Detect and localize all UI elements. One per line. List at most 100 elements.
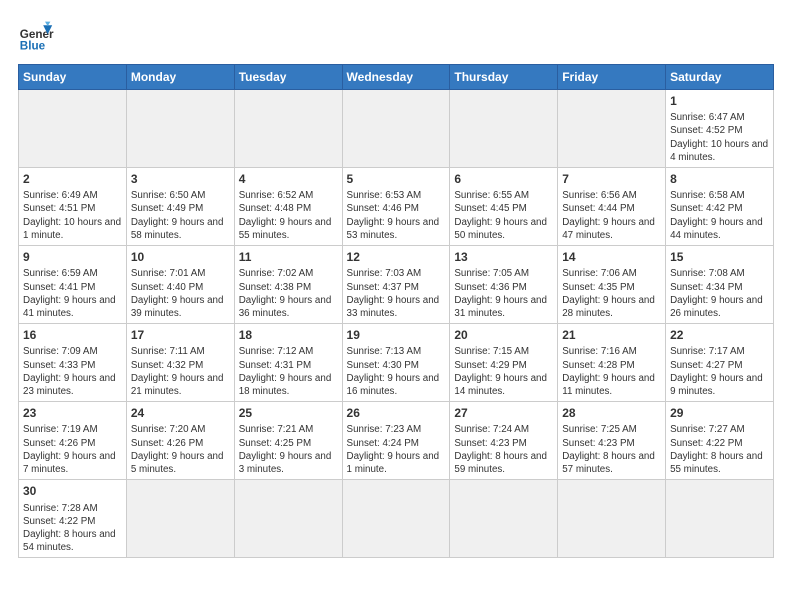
day-number: 21: [562, 327, 661, 343]
svg-text:Blue: Blue: [20, 40, 46, 53]
day-cell: [19, 90, 127, 168]
day-info: Sunrise: 7:23 AM Sunset: 4:24 PM Dayligh…: [347, 423, 446, 476]
day-number: 9: [23, 249, 122, 265]
day-cell: 17 Sunrise: 7:11 AM Sunset: 4:32 PM Dayli…: [126, 324, 234, 402]
day-number: 28: [562, 405, 661, 421]
day-number: 15: [670, 249, 769, 265]
day-cell: 24 Sunrise: 7:20 AM Sunset: 4:26 PM Dayli…: [126, 402, 234, 480]
day-info: Sunrise: 7:27 AM Sunset: 4:22 PM Dayligh…: [670, 423, 769, 476]
weekday-header-row: SundayMondayTuesdayWednesdayThursdayFrid…: [19, 65, 774, 90]
day-number: 1: [670, 93, 769, 109]
day-info: Sunrise: 7:11 AM Sunset: 4:32 PM Dayligh…: [131, 345, 230, 398]
day-cell: 21 Sunrise: 7:16 AM Sunset: 4:28 PM Dayli…: [558, 324, 666, 402]
day-number: 26: [347, 405, 446, 421]
day-cell: 5 Sunrise: 6:53 AM Sunset: 4:46 PM Daylig…: [342, 168, 450, 246]
day-cell: 16 Sunrise: 7:09 AM Sunset: 4:33 PM Dayli…: [19, 324, 127, 402]
day-cell: [342, 480, 450, 558]
day-cell: 15 Sunrise: 7:08 AM Sunset: 4:34 PM Dayli…: [666, 246, 774, 324]
day-info: Sunrise: 7:02 AM Sunset: 4:38 PM Dayligh…: [239, 267, 338, 320]
day-number: 13: [454, 249, 553, 265]
day-cell: 14 Sunrise: 7:06 AM Sunset: 4:35 PM Dayli…: [558, 246, 666, 324]
day-cell: 29Sunrise: 7:27 AM Sunset: 4:22 PM Dayli…: [666, 402, 774, 480]
day-number: 20: [454, 327, 553, 343]
day-info: Sunrise: 6:50 AM Sunset: 4:49 PM Dayligh…: [131, 189, 230, 242]
day-cell: 7Sunrise: 6:56 AM Sunset: 4:44 PM Daylig…: [558, 168, 666, 246]
day-cell: 4 Sunrise: 6:52 AM Sunset: 4:48 PM Daylig…: [234, 168, 342, 246]
day-cell: 8 Sunrise: 6:58 AM Sunset: 4:42 PM Daylig…: [666, 168, 774, 246]
day-cell: 28Sunrise: 7:25 AM Sunset: 4:23 PM Dayli…: [558, 402, 666, 480]
day-cell: [126, 90, 234, 168]
day-info: Sunrise: 7:24 AM Sunset: 4:23 PM Dayligh…: [454, 423, 553, 476]
calendar-table: SundayMondayTuesdayWednesdayThursdayFrid…: [18, 64, 774, 558]
day-cell: [666, 480, 774, 558]
day-cell: 1Sunrise: 6:47 AM Sunset: 4:52 PM Daylig…: [666, 90, 774, 168]
day-number: 7: [562, 171, 661, 187]
week-row-3: 9 Sunrise: 6:59 AM Sunset: 4:41 PM Daylig…: [19, 246, 774, 324]
day-cell: 18Sunrise: 7:12 AM Sunset: 4:31 PM Dayli…: [234, 324, 342, 402]
weekday-saturday: Saturday: [666, 65, 774, 90]
day-info: Sunrise: 7:21 AM Sunset: 4:25 PM Dayligh…: [239, 423, 338, 476]
day-cell: 27Sunrise: 7:24 AM Sunset: 4:23 PM Dayli…: [450, 402, 558, 480]
day-cell: [450, 480, 558, 558]
day-info: Sunrise: 7:15 AM Sunset: 4:29 PM Dayligh…: [454, 345, 553, 398]
day-number: 5: [347, 171, 446, 187]
day-info: Sunrise: 7:16 AM Sunset: 4:28 PM Dayligh…: [562, 345, 661, 398]
day-cell: [342, 90, 450, 168]
day-number: 30: [23, 483, 122, 499]
day-number: 8: [670, 171, 769, 187]
week-row-1: 1Sunrise: 6:47 AM Sunset: 4:52 PM Daylig…: [19, 90, 774, 168]
day-cell: 19 Sunrise: 7:13 AM Sunset: 4:30 PM Dayli…: [342, 324, 450, 402]
day-info: Sunrise: 6:58 AM Sunset: 4:42 PM Dayligh…: [670, 189, 769, 242]
day-number: 25: [239, 405, 338, 421]
day-cell: [234, 480, 342, 558]
day-cell: 22 Sunrise: 7:17 AM Sunset: 4:27 PM Dayli…: [666, 324, 774, 402]
day-info: Sunrise: 6:59 AM Sunset: 4:41 PM Dayligh…: [23, 267, 122, 320]
day-number: 10: [131, 249, 230, 265]
day-cell: 12Sunrise: 7:03 AM Sunset: 4:37 PM Dayli…: [342, 246, 450, 324]
day-cell: 11 Sunrise: 7:02 AM Sunset: 4:38 PM Dayli…: [234, 246, 342, 324]
day-info: Sunrise: 7:08 AM Sunset: 4:34 PM Dayligh…: [670, 267, 769, 320]
week-row-4: 16 Sunrise: 7:09 AM Sunset: 4:33 PM Dayli…: [19, 324, 774, 402]
day-number: 6: [454, 171, 553, 187]
day-cell: 13 Sunrise: 7:05 AM Sunset: 4:36 PM Dayli…: [450, 246, 558, 324]
day-info: Sunrise: 7:17 AM Sunset: 4:27 PM Dayligh…: [670, 345, 769, 398]
day-number: 24: [131, 405, 230, 421]
day-cell: 26 Sunrise: 7:23 AM Sunset: 4:24 PM Dayli…: [342, 402, 450, 480]
weekday-wednesday: Wednesday: [342, 65, 450, 90]
page: General Blue SundayMondayTuesdayWednesda…: [0, 0, 792, 612]
week-row-5: 23 Sunrise: 7:19 AM Sunset: 4:26 PM Dayli…: [19, 402, 774, 480]
week-row-2: 2Sunrise: 6:49 AM Sunset: 4:51 PM Daylig…: [19, 168, 774, 246]
day-info: Sunrise: 7:06 AM Sunset: 4:35 PM Dayligh…: [562, 267, 661, 320]
day-info: Sunrise: 7:19 AM Sunset: 4:26 PM Dayligh…: [23, 423, 122, 476]
day-cell: [234, 90, 342, 168]
day-info: Sunrise: 7:20 AM Sunset: 4:26 PM Dayligh…: [131, 423, 230, 476]
day-number: 11: [239, 249, 338, 265]
day-cell: 23 Sunrise: 7:19 AM Sunset: 4:26 PM Dayli…: [19, 402, 127, 480]
day-info: Sunrise: 6:53 AM Sunset: 4:46 PM Dayligh…: [347, 189, 446, 242]
day-number: 19: [347, 327, 446, 343]
day-number: 4: [239, 171, 338, 187]
logo: General Blue: [18, 18, 54, 54]
day-info: Sunrise: 7:05 AM Sunset: 4:36 PM Dayligh…: [454, 267, 553, 320]
day-info: Sunrise: 7:09 AM Sunset: 4:33 PM Dayligh…: [23, 345, 122, 398]
weekday-tuesday: Tuesday: [234, 65, 342, 90]
day-info: Sunrise: 7:01 AM Sunset: 4:40 PM Dayligh…: [131, 267, 230, 320]
weekday-thursday: Thursday: [450, 65, 558, 90]
day-cell: 9 Sunrise: 6:59 AM Sunset: 4:41 PM Daylig…: [19, 246, 127, 324]
day-number: 17: [131, 327, 230, 343]
logo-icon: General Blue: [18, 18, 54, 54]
weekday-monday: Monday: [126, 65, 234, 90]
weekday-friday: Friday: [558, 65, 666, 90]
day-cell: [126, 480, 234, 558]
day-info: Sunrise: 7:13 AM Sunset: 4:30 PM Dayligh…: [347, 345, 446, 398]
day-number: 22: [670, 327, 769, 343]
day-number: 12: [347, 249, 446, 265]
day-number: 16: [23, 327, 122, 343]
header: General Blue: [18, 18, 774, 54]
day-info: Sunrise: 6:52 AM Sunset: 4:48 PM Dayligh…: [239, 189, 338, 242]
day-info: Sunrise: 7:28 AM Sunset: 4:22 PM Dayligh…: [23, 502, 122, 555]
day-number: 23: [23, 405, 122, 421]
day-number: 3: [131, 171, 230, 187]
day-cell: 2Sunrise: 6:49 AM Sunset: 4:51 PM Daylig…: [19, 168, 127, 246]
day-number: 14: [562, 249, 661, 265]
